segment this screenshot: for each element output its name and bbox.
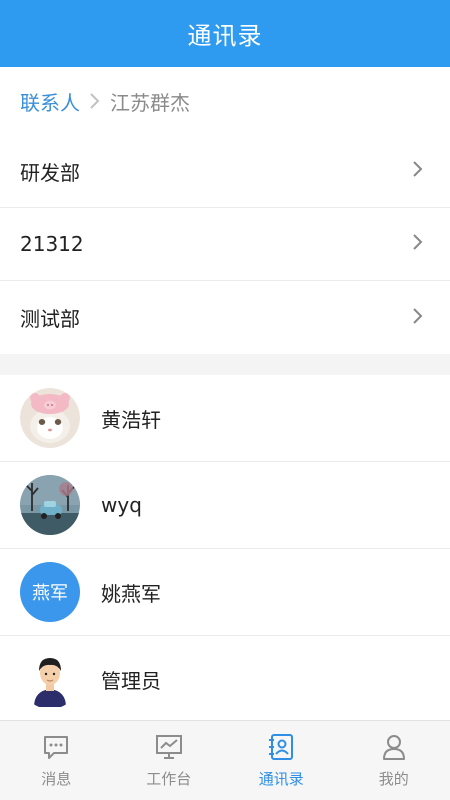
breadcrumb-current: 江苏群杰: [110, 90, 190, 115]
avatar: [20, 649, 80, 709]
tab-label: 工作台: [146, 770, 192, 788]
contact-row[interactable]: 燕军 姚燕军: [0, 549, 450, 636]
department-name: 研发部: [20, 160, 80, 185]
bottom-tab-bar: 消息 工作台 通讯录 我的: [0, 720, 450, 800]
breadcrumb: 联系人 江苏群杰: [0, 67, 450, 135]
contact-name: wyq: [101, 493, 142, 517]
avatar: [20, 388, 80, 448]
chevron-right-icon: [412, 306, 424, 330]
department-row[interactable]: 21312: [0, 208, 450, 281]
tab-label: 我的: [378, 770, 409, 788]
tab-workbench[interactable]: 工作台: [113, 721, 226, 800]
page-title: 通讯录: [187, 22, 263, 50]
tab-messages[interactable]: 消息: [0, 721, 113, 800]
top-bar: 通讯录: [0, 0, 450, 67]
contact-row[interactable]: 管理员: [0, 636, 450, 723]
contacts-icon: [269, 734, 294, 760]
tab-label: 通讯录: [258, 770, 304, 788]
tab-label: 消息: [41, 770, 72, 788]
tab-profile[interactable]: 我的: [338, 721, 450, 800]
profile-icon: [382, 735, 405, 760]
chevron-right-icon: [412, 159, 424, 183]
department-list: 研发部 21312 测试部: [0, 135, 450, 354]
contact-row[interactable]: wyq: [0, 462, 450, 549]
department-name: 测试部: [20, 307, 80, 331]
message-icon: [44, 736, 69, 759]
avatar-initials: 燕军: [32, 583, 68, 604]
avatar: [20, 475, 80, 535]
workbench-icon: [155, 735, 182, 759]
tab-contacts[interactable]: 通讯录: [225, 721, 338, 800]
chevron-right-icon: [84, 91, 106, 111]
department-row[interactable]: 测试部: [0, 281, 450, 354]
contact-name: 姚燕军: [101, 581, 161, 606]
department-name: 21312: [20, 232, 84, 256]
breadcrumb-root-link[interactable]: 联系人: [20, 87, 80, 116]
contact-row[interactable]: 黄浩轩: [0, 375, 450, 462]
chevron-right-icon: [412, 232, 424, 256]
department-row[interactable]: 研发部: [0, 135, 450, 208]
avatar: 燕军: [20, 562, 80, 622]
contact-name: 管理员: [101, 668, 161, 693]
contact-name: 黄浩轩: [101, 407, 161, 432]
contact-list: 黄浩轩 wyq 燕军 姚燕军 管理员: [0, 375, 450, 723]
